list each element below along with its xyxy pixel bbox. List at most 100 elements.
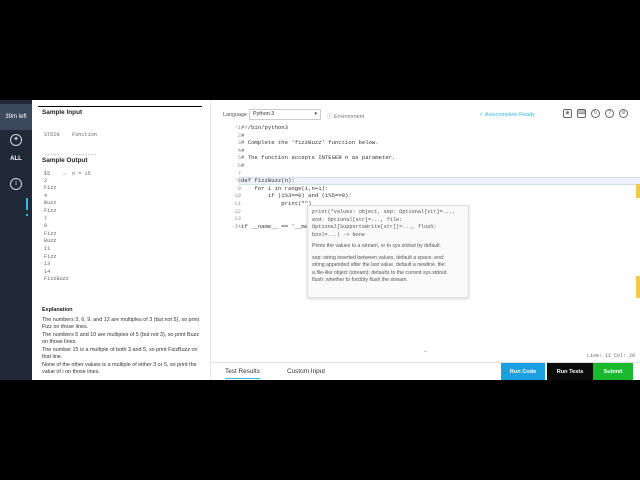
param-line: sep: string inserted between values, def… [312,254,445,261]
param-line: string appended after the last value, de… [312,262,446,268]
line-number: 10 [234,192,241,200]
line-number: 7 [237,169,241,177]
line-number: 1 [237,124,241,131]
code-text: if (i%3==0) and (i%5==0): [241,192,352,200]
sample-output-line: Buzz [44,238,57,245]
line-number: 4 [237,146,241,154]
code-text: print("") [241,200,312,207]
code-text: # [241,131,245,139]
code-line[interactable]: 3 # Complete the 'fizzBuzz' function belo… [211,139,640,147]
sample-output-line: Buzz [44,200,57,207]
sample-output-line: 8 [44,223,48,230]
tooltip-params: sep: string inserted between values, def… [312,255,464,285]
run-tests-button[interactable]: Run Tests [547,363,593,380]
sample-output-line: 7 [44,215,48,222]
tab-test-results[interactable]: Test Results [225,368,260,379]
run-code-button[interactable]: Run Code [501,363,545,380]
code-line[interactable]: 9 for i in range(1,n+1): [211,185,640,193]
explanation-paragraph: None of the other values is a multiple o… [42,361,197,376]
environment-label: Environment [333,114,365,120]
sample-output-line: Fizz [44,207,57,214]
param-line: flush: whether to forcibly flush the str… [312,277,408,283]
line-number: 6 [237,162,241,169]
code-text: # Complete the 'fizzBuzz' function below… [241,139,379,147]
cursor-position: Line: 11 Col: 20 [586,353,635,359]
code-line[interactable]: 6 # [211,162,640,170]
keyboard-icon[interactable]: ⌨ [577,109,586,118]
code-text: # The function accepts INTEGER n as para… [241,154,396,162]
explanation-title: Explanation [42,307,73,313]
explanation-section: Explanation The numbers 3, 6, 9, and 12 … [42,307,202,377]
edge-marker [636,276,640,298]
environment-link[interactable]: ⓘ Environment [327,112,364,120]
code-editor-panel: Language Python 3 ▾ ⓘ Environment ✓ Auto… [210,100,640,380]
sample-output-line: 11 [44,245,51,252]
autocomplete-status: ✓ Autocomplete Ready [479,112,535,118]
progress-marker [26,198,28,210]
line-number: 5 [237,154,241,162]
code-text: for i in range(1,n+1): [241,184,329,192]
line-number: 3 [237,139,241,147]
explanation-paragraph: The numbers 3, 6, 9, and 12 are multiple… [42,316,200,331]
param-line: a file-like object (stream); defaults to… [312,269,448,276]
refresh-icon[interactable]: ↻ [591,109,600,118]
sample-output-line: 1 [44,170,48,176]
submit-button[interactable]: Submit [593,363,633,380]
sample-input-line: STDIN Function [44,132,97,138]
sample-output-line: FizzBuzz [44,276,69,283]
sample-output-line: Fizz [44,253,57,260]
problem-panel: Sample Input STDIN Function ----- ------… [32,100,208,380]
sample-output-line: 14 [44,268,51,275]
help-icon[interactable]: ? [605,109,614,118]
editor-statusline: ⌃ Line: 11 Col: 20 [211,350,640,360]
sample-output-title: Sample Output [42,157,88,164]
line-number: 14 [234,222,241,230]
signature-tooltip: print(*values: object, sep: Optional[str… [307,205,469,298]
chevron-down-icon: ▾ [314,111,317,117]
code-text: #!/bin/python3 [241,124,288,131]
tooltip-summary: Prints the values to a stream, or to sys… [312,243,442,249]
eye-icon[interactable]: ◉ [563,109,572,118]
language-select[interactable]: Python 3 ▾ [249,109,321,120]
code-line[interactable]: 5 # The function accepts INTEGER n as par… [211,154,640,162]
tab-custom-input[interactable]: Custom Input [287,368,325,375]
language-label: Language [223,112,247,118]
code-line[interactable]: 2 # [211,132,640,140]
signature-line: Optional[SupportsWrite[str]]=..., flush: [312,224,437,230]
fold-chevron-icon[interactable]: › [235,177,238,185]
edge-marker [636,184,640,198]
resize-handle-icon[interactable]: ⌃ [423,350,428,357]
explanation-paragraph: The number 15 is a multiple of both 3 an… [42,346,198,361]
left-rail: 39m left ✦ ALL i [0,100,32,380]
sample-output-line: 13 [44,261,51,268]
info-icon[interactable]: i [10,178,22,190]
code-text: # [241,162,245,169]
line-number: 2 [237,131,241,139]
sample-output-line: 2 [44,177,48,184]
code-line[interactable]: 7 [211,170,640,178]
divider [38,106,202,107]
autocomplete-label: Autocomplete Ready [484,112,535,118]
bottom-bar: Test Results Custom Input Run Code Run T… [211,362,640,380]
signature-line: bool=...) -> None [312,231,365,238]
signature-line: print(*values: object, sep: Optional[str… [312,209,456,215]
code-line[interactable]: 1 › #!/bin/python3 [211,124,640,132]
sample-output-block: 1 2 Fizz 4 Buzz Fizz 7 8 Fizz Buzz 11 Fizz 13 14 FizzB… [44,170,69,284]
fold-chevron-icon[interactable]: › [235,124,238,132]
line-number: 12 [234,207,241,215]
code-line[interactable]: 4 # [211,147,640,155]
sample-output-line: 4 [44,192,48,199]
settings-icon[interactable]: ⚙ [619,109,628,118]
code-text: def fizzBuzz(n): [241,177,295,185]
app-frame: 39m left ✦ ALL i Sample Input STDIN Func… [0,100,640,380]
compass-icon[interactable]: ✦ [10,134,22,146]
code-line[interactable]: 8 › def fizzBuzz(n): [211,177,640,185]
fold-chevron-icon[interactable]: › [235,223,238,231]
line-number: 13 [234,215,241,223]
line-number: 9 [237,184,241,192]
progress-marker-small [26,214,28,216]
all-questions-link[interactable]: ALL [0,156,32,162]
code-text: # [241,146,245,154]
sample-input-title: Sample Input [42,109,83,116]
code-line[interactable]: 10 if (i%3==0) and (i%5==0): [211,192,640,200]
